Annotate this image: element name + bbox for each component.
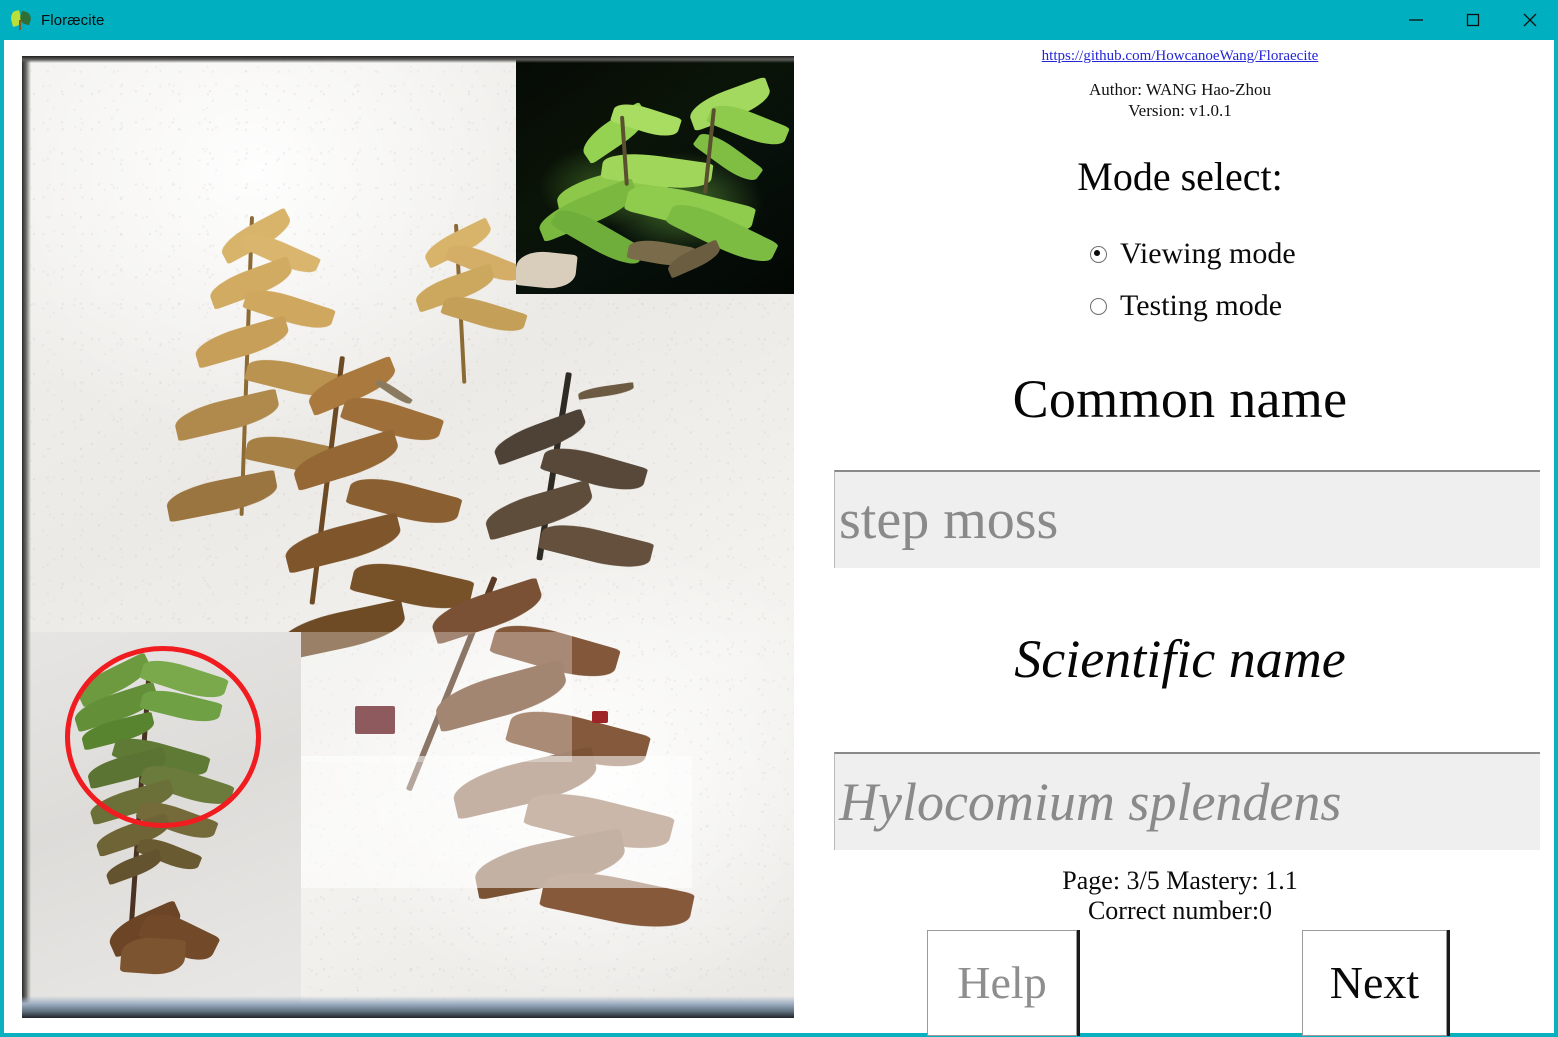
radio-testing-mode[interactable]: Testing mode <box>806 280 1554 332</box>
minimize-icon <box>1408 19 1423 21</box>
mode-radio-group: Viewing mode Testing mode <box>806 228 1554 332</box>
scan-edge-left <box>22 56 31 1018</box>
specimen-image[interactable] <box>22 56 794 1018</box>
help-button[interactable]: Help <box>927 930 1077 1036</box>
radio-viewing-mode-icon[interactable] <box>1090 245 1107 263</box>
scientific-name-heading: Scientific name <box>1014 629 1346 689</box>
maximize-icon <box>1466 13 1479 27</box>
minimize-button[interactable] <box>1387 0 1444 40</box>
status-correct-number: Correct number:0 <box>1087 896 1273 925</box>
author-label: Author: WANG Hao-Zhou <box>1089 80 1271 99</box>
red-label-chip-2 <box>592 711 608 723</box>
common-name-value: step moss <box>839 489 1059 551</box>
info-panel: https://github.com/HowcanoeWang/Floraeci… <box>806 40 1554 1036</box>
radio-viewing-mode[interactable]: Viewing mode <box>806 228 1554 280</box>
close-icon <box>1523 13 1536 27</box>
scientific-name-input[interactable]: Hylocomium splendens <box>834 752 1540 850</box>
maximize-button[interactable] <box>1444 0 1501 40</box>
radio-testing-mode-label: Testing mode <box>1120 289 1283 322</box>
radio-testing-mode-icon[interactable] <box>1090 297 1107 315</box>
title-bar: Floræcite <box>0 0 1558 40</box>
radio-viewing-mode-label: Viewing mode <box>1120 237 1296 270</box>
window-title: Floræcite <box>41 11 105 29</box>
sprout-icon <box>9 9 33 31</box>
scan-edge-bottom <box>22 996 794 1018</box>
window-controls <box>1387 0 1558 40</box>
paper-highlight-2 <box>292 632 572 762</box>
scan-edge-top <box>22 56 794 63</box>
close-button[interactable] <box>1501 0 1558 40</box>
title-bar-left: Floræcite <box>0 0 104 40</box>
scientific-name-value: Hylocomium splendens <box>839 772 1342 832</box>
red-circle-annotation <box>65 646 261 828</box>
common-name-heading: Common name <box>1012 369 1348 429</box>
status-page-mastery: Page: 3/5 Mastery: 1.1 <box>1062 866 1298 895</box>
app-window: Floræcite https://github.com/HowcanoeWan… <box>0 0 1558 1037</box>
version-label: Version: v1.0.1 <box>1128 101 1232 120</box>
inset-shoot-photo <box>29 632 301 1004</box>
paper-highlight <box>292 756 692 888</box>
next-button[interactable]: Next <box>1302 930 1447 1036</box>
mode-select-heading: Mode select: <box>1077 154 1283 199</box>
repository-link[interactable]: https://github.com/HowcanoeWang/Floraeci… <box>806 48 1554 65</box>
common-name-input[interactable]: step moss <box>834 470 1540 568</box>
inset-field-photo <box>516 56 794 294</box>
